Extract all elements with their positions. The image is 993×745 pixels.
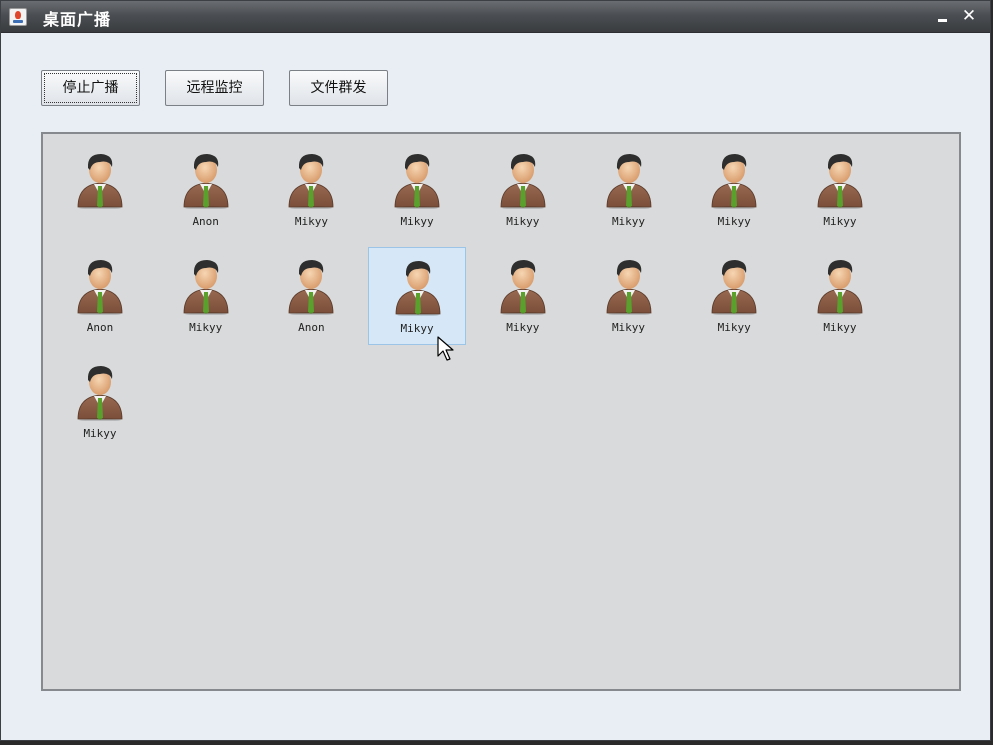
- client-tile[interactable]: Mikyy: [51, 353, 149, 451]
- minimize-icon[interactable]: [934, 7, 952, 25]
- mouse-cursor-icon: [437, 336, 454, 361]
- client-tile[interactable]: Mikyy: [474, 247, 572, 345]
- client-name-label: Mikyy: [506, 215, 540, 228]
- client-tile[interactable]: [51, 141, 149, 239]
- client-name-label: Mikyy: [823, 321, 857, 334]
- client-name-label: Mikyy: [823, 215, 857, 228]
- client-tile[interactable]: Anon: [51, 247, 149, 345]
- client-name-label: Mikyy: [506, 321, 540, 334]
- close-icon[interactable]: ✕: [960, 7, 978, 25]
- file-send-button[interactable]: 文件群发: [289, 70, 388, 106]
- client-name-label: Mikyy: [611, 321, 646, 334]
- client-tile[interactable]: Mikyy: [474, 141, 572, 239]
- client-tile[interactable]: Mikyy: [368, 141, 466, 239]
- title-bar[interactable]: 桌面广播 ✕: [1, 1, 990, 33]
- client-name-label: Mikyy: [189, 321, 223, 334]
- client-name-label: Mikyy: [400, 215, 434, 228]
- client-tile[interactable]: Anon: [157, 141, 255, 239]
- client-name-label: Anon: [298, 321, 325, 334]
- java-app-icon: [9, 8, 27, 26]
- client-name-label: Anon: [86, 321, 114, 334]
- client-tile[interactable]: Mikyy: [791, 141, 889, 239]
- client-tile[interactable]: Mikyy: [685, 247, 783, 345]
- client-tile[interactable]: Mikyy: [580, 247, 678, 345]
- remote-monitor-button[interactable]: 远程监控: [165, 70, 264, 106]
- client-name-label: Anon: [192, 215, 219, 228]
- client-tile[interactable]: Mikyy: [791, 247, 889, 345]
- client-name-label: Mikyy: [83, 427, 117, 440]
- client-name-label: Mikyy: [717, 215, 751, 228]
- client-tile[interactable]: Anon: [262, 247, 360, 345]
- client-tile[interactable]: Mikyy: [368, 247, 467, 345]
- client-tile[interactable]: Mikyy: [262, 141, 360, 239]
- client-name-label: Mikyy: [611, 215, 646, 228]
- stop-broadcast-button[interactable]: 停止广播: [41, 70, 140, 106]
- window-title: 桌面广播: [43, 10, 112, 29]
- client-name-label: Mikyy: [717, 321, 751, 334]
- client-name-label: Mikyy: [294, 215, 328, 228]
- client-list-panel[interactable]: Anon Mikyy Mikyy Mikyy Mikyy Mikyy Mikyy…: [41, 132, 961, 691]
- client-name-label: Mikyy: [400, 322, 434, 335]
- app-window: 桌面广播 ✕ 停止广播 远程监控 文件群发 Anon Mikyy Mikyy M…: [0, 0, 991, 741]
- client-tile[interactable]: Mikyy: [685, 141, 783, 239]
- client-tile[interactable]: Mikyy: [580, 141, 678, 239]
- client-tile[interactable]: Mikyy: [157, 247, 255, 345]
